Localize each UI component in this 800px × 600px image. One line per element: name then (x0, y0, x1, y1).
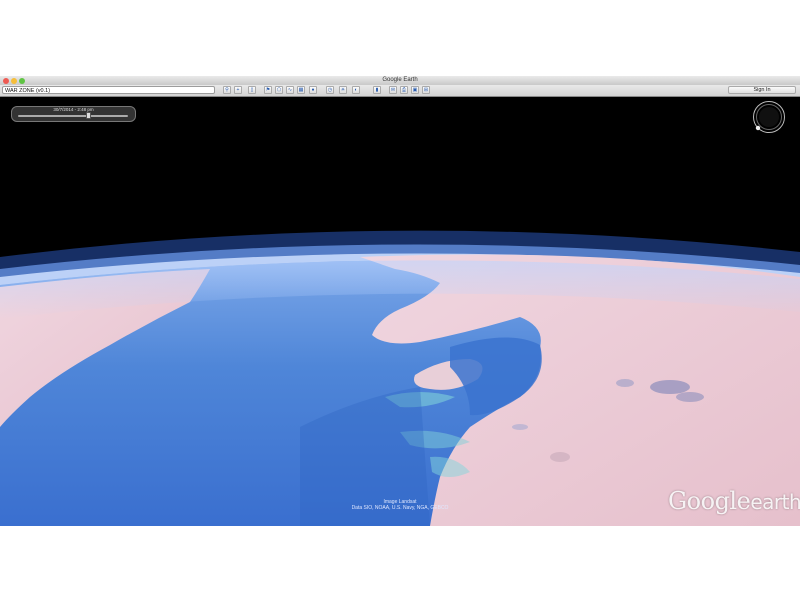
toolbar: WAR ZONE (v0.1) ⚲ + ▯ ⚑ ⬠ ∿ ▦ ● ◷ ☀ ◐ ▮ ✉ ⎙ ▣ ⊞ Sign In (0, 85, 800, 97)
time-slider[interactable]: 30/7/2014 - 2:48 pm (11, 106, 136, 122)
earth-view (0, 97, 800, 526)
tour-icon[interactable]: ● (309, 86, 317, 94)
imagery-attribution: Image Landsat Data SIO, NOAA, U.S. Navy,… (330, 499, 470, 511)
sign-in-button[interactable]: Sign In (728, 86, 796, 94)
navigation-compass-icon[interactable] (752, 100, 786, 134)
polygon-icon[interactable]: ⬠ (275, 86, 283, 94)
maps-icon[interactable]: ⊞ (422, 86, 430, 94)
planets-icon[interactable]: ◐ (352, 86, 360, 94)
logo-earth: earth (750, 490, 800, 514)
sun-icon[interactable]: ☀ (339, 86, 347, 94)
historical-imagery-icon[interactable]: ◷ (326, 86, 334, 94)
google-earth-logo: Googleearth (668, 487, 800, 515)
time-slider-thumb[interactable] (85, 112, 91, 119)
time-slider-track[interactable] (18, 115, 128, 117)
print-icon[interactable]: ⎙ (400, 86, 408, 94)
save-image-icon[interactable]: ▣ (411, 86, 419, 94)
google-earth-window: Google Earth WAR ZONE (v0.1) ⚲ + ▯ ⚑ ⬠ ∿ ▦ ● ◷ ☀ ◐… (0, 76, 800, 526)
window-title: Google Earth (382, 77, 418, 83)
plus-icon[interactable]: + (234, 86, 242, 94)
attribution-line-2: Data SIO, NOAA, U.S. Navy, NGA, GEBCO (351, 505, 449, 511)
overlay-icon[interactable]: ▦ (297, 86, 305, 94)
sidebar-icon[interactable]: ▯ (248, 86, 256, 94)
logo-google: Google (668, 487, 751, 515)
path-icon[interactable]: ∿ (286, 86, 294, 94)
placemark-icon[interactable]: ⚑ (264, 86, 272, 94)
search-input[interactable]: WAR ZONE (v0.1) (2, 86, 215, 94)
time-slider-label: 30/7/2014 - 2:48 pm (53, 107, 94, 112)
email-icon[interactable]: ✉ (389, 86, 397, 94)
search-icon[interactable]: ⚲ (223, 86, 231, 94)
ruler-icon[interactable]: ▮ (373, 86, 381, 94)
globe-viewport[interactable]: 30/7/2014 - 2:48 pm Image Landsat Data S… (0, 97, 800, 526)
